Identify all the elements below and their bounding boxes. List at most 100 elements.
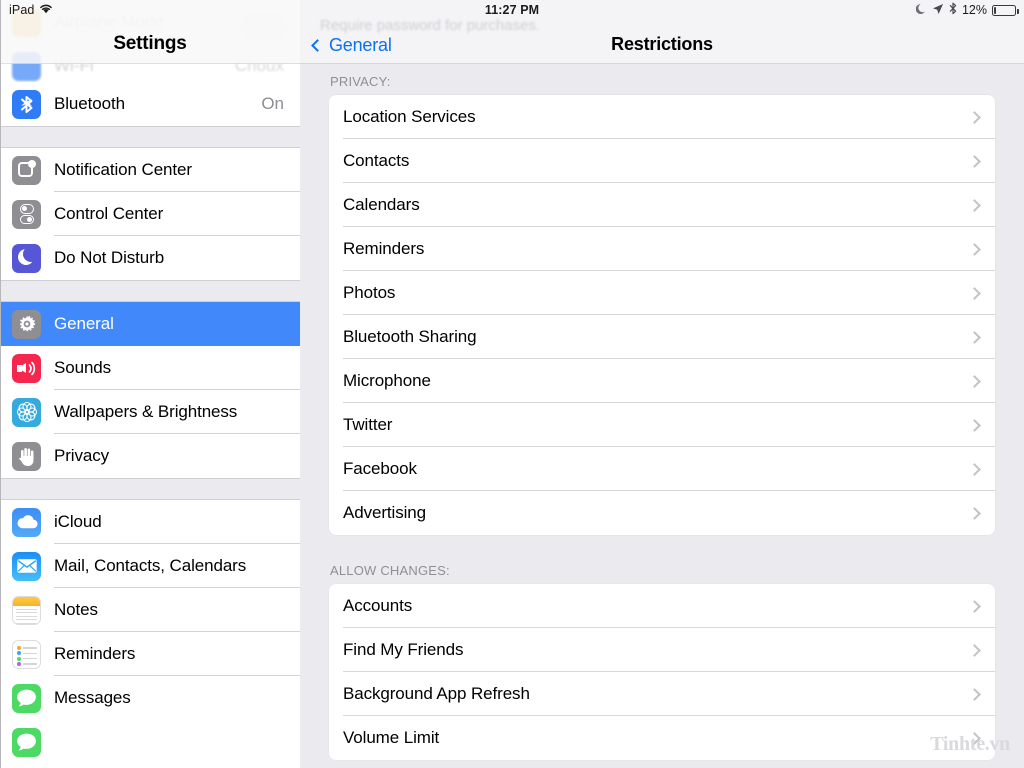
sidebar-item-label: Messages: [54, 688, 131, 707]
envelope-icon: [12, 551, 41, 581]
sidebar-item-label: General: [54, 314, 114, 333]
section-header: PRIVACY:: [330, 74, 391, 89]
sidebar-item-bluetooth[interactable]: • Bluetooth On: [0, 82, 300, 126]
sidebar-list: • Bluetooth On Notification Center Control C…: [0, 82, 300, 764]
list-item-background-app-refresh[interactable]: Background App Refresh: [329, 672, 995, 716]
status-bar-time: 11:27 PM: [484, 3, 540, 17]
list-item-label: Contacts: [343, 151, 410, 170]
hand-icon: [12, 441, 41, 471]
detail-section: PRIVACY: Location Services Contacts Calenda…: [300, 64, 1024, 535]
list-item-photos[interactable]: Photos: [329, 271, 995, 315]
control-center-icon: [12, 199, 41, 229]
notes-icon: [12, 595, 41, 625]
flower-icon: [12, 397, 41, 427]
messages-icon: [12, 727, 41, 757]
settings-sidebar: Airplane ModeWi-FiChoux •BluetoothOnNoti…: [0, 0, 300, 768]
sidebar-item-partial[interactable]: [0, 720, 300, 764]
settings-group: Accounts Find My Friends Background App Re…: [329, 584, 995, 760]
list-item-label: Background App Refresh: [343, 684, 530, 703]
sidebar-item-notes[interactable]: Notes: [0, 588, 300, 632]
list-item-label: Advertising: [343, 503, 426, 522]
watermark: Tinhte.vn: [930, 733, 1010, 755]
chevron-right-icon: [968, 687, 981, 701]
list-item-label: Facebook: [343, 459, 417, 478]
list-item-label: Photos: [343, 283, 396, 302]
sidebar-item-label: Wallpapers & Brightness: [54, 402, 238, 421]
sidebar-item-icloud[interactable]: iCloud: [0, 500, 300, 544]
sidebar-item-label: Control Center: [54, 204, 164, 223]
sidebar-title: Settings: [113, 33, 187, 54]
bluetooth-icon: [949, 2, 957, 18]
section-header: ALLOW CHANGES:: [330, 563, 450, 578]
detail-scroll-area[interactable]: PRIVACY: Location Services Contacts Calenda…: [300, 0, 1024, 768]
list-item-label: Twitter: [343, 415, 393, 434]
list-item-twitter[interactable]: Twitter: [329, 403, 995, 447]
list-item-label: Calendars: [343, 195, 420, 214]
sidebar-item-reminders[interactable]: Reminders: [0, 632, 300, 676]
sidebar-group-gap: [0, 126, 300, 148]
status-bar: iPad 11:27 PM 12%: [0, 0, 1024, 20]
list-item-contacts[interactable]: Contacts: [329, 139, 995, 183]
list-item-label: Reminders: [343, 239, 425, 258]
list-item-label: Location Services: [343, 107, 476, 126]
list-item-accounts[interactable]: Accounts: [329, 584, 995, 628]
bluetooth-icon: •: [12, 89, 41, 119]
sidebar-group-gap: [0, 478, 300, 500]
sidebar-item-wallpapers-brightness[interactable]: Wallpapers & Brightness: [0, 390, 300, 434]
list-item-label: Find My Friends: [343, 640, 464, 659]
chevron-right-icon: [968, 599, 981, 613]
cloud-icon: [12, 507, 41, 537]
sidebar-item-sounds[interactable]: Sounds: [0, 346, 300, 390]
sidebar-item-general[interactable]: General: [0, 302, 300, 346]
list-item-find-my-friends[interactable]: Find My Friends: [329, 628, 995, 672]
sidebar-item-do-not-disturb[interactable]: Do Not Disturb: [0, 236, 300, 280]
page-title: Restrictions: [611, 34, 713, 54]
sidebar-item-control-center[interactable]: Control Center: [0, 192, 300, 236]
list-item-volume-limit[interactable]: Volume Limit: [329, 716, 995, 760]
list-item-bluetooth-sharing[interactable]: Bluetooth Sharing: [329, 315, 995, 359]
list-item-advertising[interactable]: Advertising: [329, 491, 995, 535]
status-bar-right: 12%: [915, 2, 1019, 18]
do-not-disturb-icon: [12, 243, 41, 273]
notification-center-icon: [12, 155, 41, 185]
sidebar-item-messages[interactable]: Messages: [0, 676, 300, 720]
list-item-label: Bluetooth Sharing: [343, 327, 477, 346]
chevron-right-icon: [968, 154, 981, 168]
list-item-label: Microphone: [343, 371, 431, 390]
chevron-right-icon: [968, 462, 981, 476]
list-item-calendars[interactable]: Calendars: [329, 183, 995, 227]
sidebar-item-label: Sounds: [54, 358, 112, 377]
list-item-reminders[interactable]: Reminders: [329, 227, 995, 271]
messages-icon: [12, 683, 41, 713]
sidebar-item-label: Mail, Contacts, Calendars: [54, 556, 247, 575]
chevron-right-icon: [968, 506, 981, 520]
list-item-label: Accounts: [343, 596, 413, 615]
sidebar-item-label: Reminders: [54, 644, 136, 663]
sidebar-item-notification-center[interactable]: Notification Center: [0, 148, 300, 192]
battery-icon: [992, 4, 1019, 16]
chevron-right-icon: [968, 286, 981, 300]
chevron-right-icon: [968, 242, 981, 256]
moon-do-not-disturb-icon: [915, 3, 927, 18]
sidebar-scroll-area[interactable]: Airplane ModeWi-FiChoux •BluetoothOnNoti…: [0, 0, 300, 768]
sidebar-item-privacy[interactable]: Privacy: [0, 434, 300, 478]
detail-section: ALLOW CHANGES: Accounts Find My Friends Bac…: [300, 535, 1024, 760]
restrictions-detail-panel: PRIVACY: Location Services Contacts Calenda…: [300, 0, 1024, 768]
chevron-right-icon: [968, 198, 981, 212]
location-arrow-icon: [932, 3, 944, 18]
list-item-microphone[interactable]: Microphone: [329, 359, 995, 403]
sidebar-item-value: On: [261, 94, 284, 113]
chevron-right-icon: [968, 374, 981, 388]
sidebar-item-label: Privacy: [54, 446, 110, 465]
sidebar-group-gap: [0, 280, 300, 302]
sidebar-item-label: Do Not Disturb: [54, 248, 165, 267]
sidebar-item-label: iCloud: [54, 512, 102, 531]
list-item-facebook[interactable]: Facebook: [329, 447, 995, 491]
ipad-settings-screen: Airplane ModeWi-FiChoux •BluetoothOnNoti…: [0, 0, 1024, 768]
sidebar-item-label: Notes: [54, 600, 98, 619]
chevron-right-icon: [968, 330, 981, 344]
list-item-location-services[interactable]: Location Services: [329, 95, 995, 139]
gear-icon: [12, 309, 41, 339]
sidebar-item-mail-contacts-calendars[interactable]: Mail, Contacts, Calendars: [0, 544, 300, 588]
chevron-right-icon: [968, 418, 981, 432]
